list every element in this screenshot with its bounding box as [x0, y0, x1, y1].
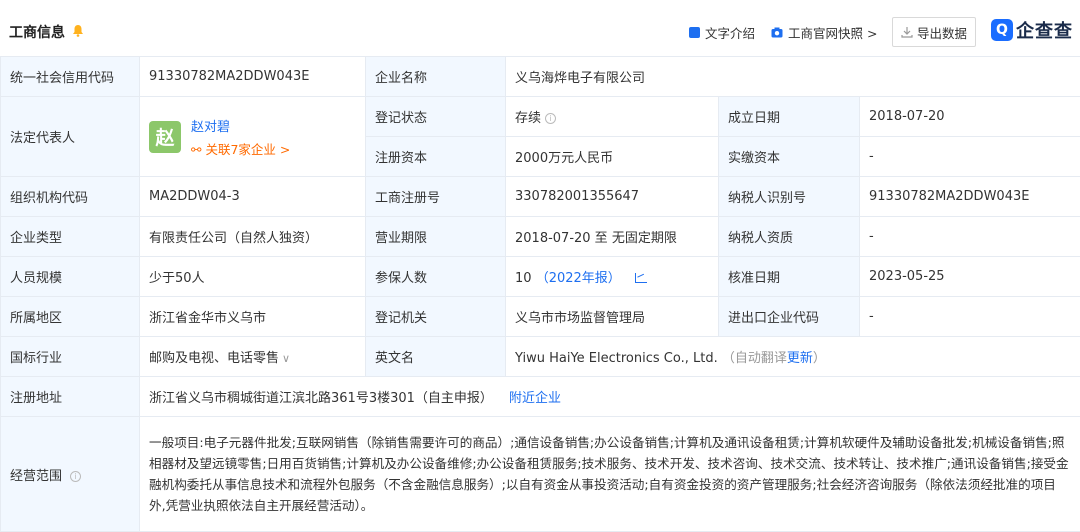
scope-label: 经营范围i	[1, 417, 140, 532]
region-label: 所属地区	[1, 297, 140, 337]
annual-report-link[interactable]: （2022年报）	[536, 271, 621, 286]
address-value: 浙江省义乌市稠城街道江滨北路361号3楼301（自主申报） 附近企业	[140, 377, 1080, 417]
download-icon	[901, 26, 913, 38]
company-name-label: 企业名称	[366, 57, 506, 97]
paid-capital-label: 实缴资本	[719, 137, 860, 177]
company-name-value: 义乌海烨电子有限公司	[506, 57, 1080, 97]
legal-rep-cell: 赵 赵对碧 ⚯ 关联7家企业 >	[140, 97, 366, 177]
industry-value[interactable]: 邮购及电视、电话零售∨	[140, 337, 366, 377]
export-button[interactable]: 导出数据	[892, 17, 976, 47]
approve-date-value: 2023-05-25	[860, 257, 1080, 297]
section-title: 工商信息	[9, 22, 65, 42]
info-icon[interactable]: i	[70, 471, 81, 482]
taxpayer-id-label: 纳税人识别号	[719, 177, 860, 217]
credit-code-value: 91330782MA2DDW043E	[140, 57, 366, 97]
staff-value: 少于50人	[140, 257, 366, 297]
table-row: 经营范围i 一般项目:电子元器件批发;互联网销售（除销售需要许可的商品）;通信设…	[1, 417, 1080, 532]
reg-capital-value: 2000万元人民币	[506, 137, 719, 177]
avatar[interactable]: 赵	[149, 121, 181, 153]
biz-reg-no-label: 工商注册号	[366, 177, 506, 217]
reg-authority-value: 义乌市市场监督管理局	[506, 297, 719, 337]
link-icon: ⚯	[191, 142, 201, 157]
nearby-companies-link[interactable]: 附近企业	[509, 391, 561, 406]
table-row: 人员规模 少于50人 参保人数 10 （2022年报） 核准日期 2023-05…	[1, 257, 1080, 297]
english-name-label: 英文名	[366, 337, 506, 377]
insured-value: 10 （2022年报）	[506, 257, 719, 297]
table-row: 所属地区 浙江省金华市义乌市 登记机关 义乌市市场监督管理局 进出口企业代码 -	[1, 297, 1080, 337]
biz-reg-no-value: 330782001355647	[506, 177, 719, 217]
update-link[interactable]: 更新	[787, 351, 813, 366]
found-date-label: 成立日期	[719, 97, 860, 137]
found-date-value: 2018-07-20	[860, 97, 1080, 137]
table-row: 统一社会信用代码 91330782MA2DDW043E 企业名称 义乌海烨电子有…	[1, 57, 1080, 97]
import-export-label: 进出口企业代码	[719, 297, 860, 337]
company-type-label: 企业类型	[1, 217, 140, 257]
table-row: 组织机构代码 MA2DDW04-3 工商注册号 330782001355647 …	[1, 177, 1080, 217]
taxpayer-id-value: 91330782MA2DDW043E	[860, 177, 1080, 217]
logo-mark: Q	[991, 19, 1013, 41]
biz-term-label: 营业期限	[366, 217, 506, 257]
address-label: 注册地址	[1, 377, 140, 417]
legal-rep-name[interactable]: 赵对碧	[191, 116, 290, 135]
reg-authority-label: 登记机关	[366, 297, 506, 337]
text-intro-link[interactable]: 文字介绍	[689, 23, 755, 42]
taxpayer-qual-value: -	[860, 217, 1080, 257]
import-export-value: -	[860, 297, 1080, 337]
scope-value: 一般项目:电子元器件批发;互联网销售（除销售需要许可的商品）;通信设备销售;办公…	[140, 417, 1080, 532]
reg-status-label: 登记状态	[366, 97, 506, 137]
logo-text: 企查查	[1016, 17, 1073, 43]
table-row: 注册地址 浙江省义乌市稠城街道江滨北路361号3楼301（自主申报） 附近企业	[1, 377, 1080, 417]
legal-rep-label: 法定代表人	[1, 97, 140, 177]
biz-term-value: 2018-07-20 至 无固定期限	[506, 217, 719, 257]
table-row: 企业类型 有限责任公司（自然人独资） 营业期限 2018-07-20 至 无固定…	[1, 217, 1080, 257]
info-icon[interactable]: i	[545, 113, 556, 124]
approve-date-label: 核准日期	[719, 257, 860, 297]
taxpayer-qual-label: 纳税人资质	[719, 217, 860, 257]
document-icon	[689, 27, 700, 38]
industry-label: 国标行业	[1, 337, 140, 377]
official-snapshot-link[interactable]: 工商官网快照 >	[771, 23, 877, 42]
org-code-label: 组织机构代码	[1, 177, 140, 217]
org-code-value: MA2DDW04-3	[140, 177, 366, 217]
related-companies-link[interactable]: ⚯ 关联7家企业 >	[191, 139, 290, 158]
staff-label: 人员规模	[1, 257, 140, 297]
chart-icon[interactable]	[635, 273, 647, 283]
paid-capital-value: -	[860, 137, 1080, 177]
business-info-table: 统一社会信用代码 91330782MA2DDW043E 企业名称 义乌海烨电子有…	[0, 56, 1080, 532]
english-name-value: Yiwu HaiYe Electronics Co., Ltd. （自动翻译更新…	[506, 337, 1080, 377]
credit-code-label: 统一社会信用代码	[1, 57, 140, 97]
qichacha-logo: Q 企查查	[991, 17, 1073, 43]
table-row: 国标行业 邮购及电视、电话零售∨ 英文名 Yiwu HaiYe Electron…	[1, 337, 1080, 377]
reg-capital-label: 注册资本	[366, 137, 506, 177]
reg-status-value: 存续i	[506, 97, 719, 137]
chevron-down-icon: ∨	[282, 352, 290, 365]
section-header: 工商信息 文字介绍 工商官网快照 > 导出数据 Q 企查查	[0, 0, 1080, 56]
insured-label: 参保人数	[366, 257, 506, 297]
table-row: 法定代表人 赵 赵对碧 ⚯ 关联7家企业 > 登记状态 存续i 成立日期 201…	[1, 97, 1080, 137]
company-type-value: 有限责任公司（自然人独资）	[140, 217, 366, 257]
camera-icon	[771, 27, 783, 38]
region-value: 浙江省金华市义乌市	[140, 297, 366, 337]
bell-icon[interactable]	[72, 24, 84, 37]
